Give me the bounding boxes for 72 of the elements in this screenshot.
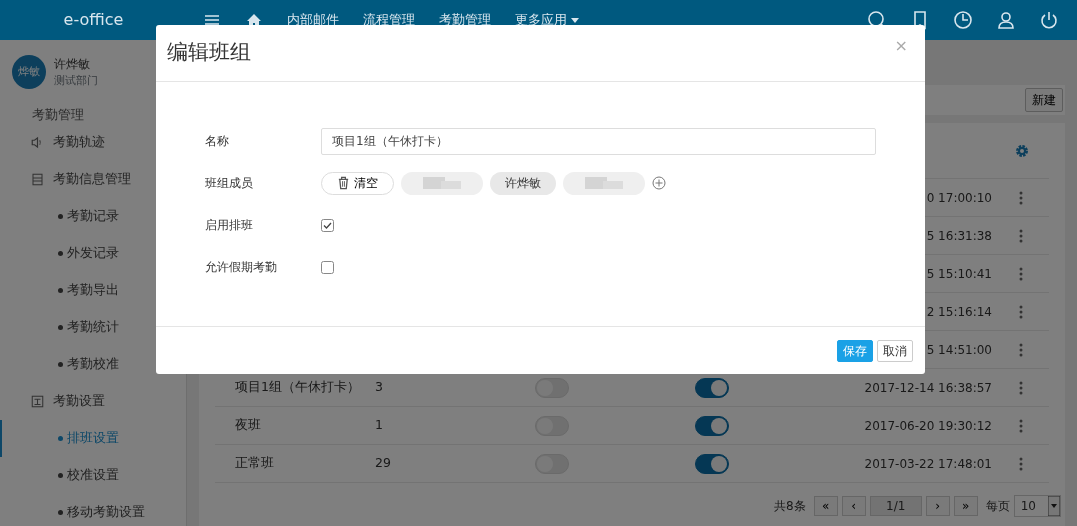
table-cell: 0 17:00:10 [926, 190, 992, 205]
sidebar-item[interactable]: 考勤校准 [0, 346, 186, 384]
panel-icon [30, 394, 45, 410]
input-field[interactable]: 项目1组（午休打卡） [321, 127, 876, 155]
table-cell: 正常班 [235, 455, 274, 471]
clear-button[interactable]: 清空 [321, 171, 394, 195]
sidebar-item[interactable]: 校准设置 [0, 457, 186, 495]
more-icon[interactable] [1018, 266, 1023, 281]
user-icon[interactable] [996, 10, 1016, 30]
pagination-button[interactable]: › [925, 496, 950, 516]
dropdown-icon[interactable] [1048, 496, 1060, 516]
sidebar-item[interactable]: 考勤信息管理 [0, 161, 186, 199]
pagination-button[interactable]: » [953, 496, 978, 516]
power-icon[interactable] [1039, 10, 1059, 30]
toggle-switch[interactable] [695, 377, 729, 398]
sidebar-item[interactable]: 考勤统计 [0, 309, 186, 347]
checkbox[interactable] [321, 260, 334, 274]
sidebar-item[interactable]: 外发记录 [0, 235, 186, 273]
table-cell: 3 [375, 379, 383, 395]
table-cell: 5 14:51:00 [926, 342, 992, 357]
sidebar-item[interactable]: 考勤轨迹 [0, 124, 186, 162]
more-icon[interactable] [1018, 342, 1023, 357]
table-cell: 29 [375, 455, 391, 471]
checkbox[interactable] [321, 218, 334, 232]
sidebar-heading: 考勤管理 [31, 105, 85, 124]
page-indicator: 1/1 [869, 496, 922, 516]
table-cell: 1 [375, 417, 383, 433]
per-page-select[interactable]: 10 [1013, 495, 1061, 517]
table-cell: 2017-12-14 16:38:57 [864, 380, 992, 395]
table-cell: 5 15:10:41 [926, 266, 992, 281]
document-icon [30, 172, 45, 188]
table-cell: 2017-06-20 19:30:12 [864, 418, 992, 433]
toggle-switch[interactable] [695, 415, 729, 436]
sidebar-item[interactable]: 排班设置 [0, 420, 186, 458]
user-name: 许烨敏 [54, 56, 91, 73]
close-button[interactable]: × [888, 33, 914, 59]
field-label: 班组成员 [205, 175, 254, 192]
member-chip[interactable]: 许烨敏 [490, 171, 556, 195]
table-cell: 2017-03-22 17:48:01 [864, 456, 992, 471]
pagination-button[interactable]: ‹ [841, 496, 866, 516]
field-label: 名称 [205, 133, 230, 150]
more-icon[interactable] [1018, 418, 1023, 433]
more-icon[interactable] [1018, 190, 1023, 205]
pagination-button[interactable]: « [813, 496, 838, 516]
table-cell: 5 16:31:38 [926, 228, 992, 243]
sidebar-item[interactable]: 考勤记录 [0, 198, 186, 236]
sidebar-item[interactable]: 考勤导出 [0, 272, 186, 310]
department: 测试部门 [54, 73, 98, 89]
total-count: 共8条 [774, 498, 806, 515]
add-icon[interactable] [652, 176, 666, 190]
table-cell: 项目1组（午休打卡） [235, 379, 360, 395]
toggle-switch[interactable] [695, 453, 729, 474]
table-cell: 2 15:16:14 [926, 304, 992, 319]
clock-icon[interactable] [953, 10, 973, 30]
logo: e-office [62, 9, 125, 31]
trash-icon [337, 176, 350, 190]
more-icon[interactable] [1018, 380, 1023, 395]
field-label: 允许假期考勤 [205, 259, 278, 276]
table-cell: 夜班 [235, 417, 261, 433]
avatar: 烨敏 [12, 55, 46, 90]
more-icon[interactable] [1018, 456, 1023, 471]
more-icon[interactable] [1018, 304, 1023, 319]
sidebar-item[interactable]: 考勤设置 [0, 383, 186, 421]
modal-title: 编辑班组 [167, 39, 251, 67]
save-button[interactable]: 保存 [837, 339, 873, 362]
more-icon[interactable] [1018, 228, 1023, 243]
field-label: 启用排班 [205, 217, 254, 234]
sidebar-item[interactable]: 移动考勤设置 [0, 494, 186, 526]
settings-icon[interactable] [1015, 143, 1029, 158]
new-button[interactable]: 新建 [1025, 88, 1063, 112]
cancel-button[interactable]: 取消 [877, 339, 913, 362]
per-page-label: 每页 [985, 498, 1010, 515]
